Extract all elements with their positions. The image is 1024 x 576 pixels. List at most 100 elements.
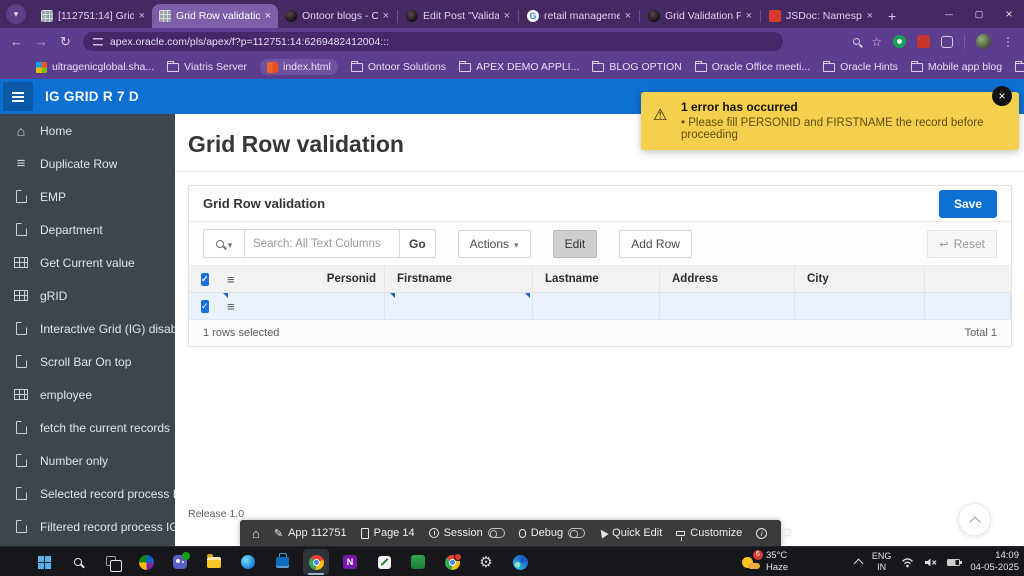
clock[interactable]: 14:0904-05-2025 (970, 550, 1019, 574)
green-app-button[interactable] (405, 549, 431, 575)
sidebar-item-department[interactable]: Department (0, 213, 175, 246)
cell-address[interactable] (660, 293, 795, 319)
volume-muted-icon[interactable] (924, 557, 937, 568)
onenote-button[interactable] (337, 549, 363, 575)
dev-customize-button[interactable]: Customize (676, 527, 742, 539)
reset-button[interactable]: Reset (927, 230, 997, 258)
bookmark-item[interactable]: ultragenicglobal.sha... (36, 61, 154, 73)
cell-personid[interactable] (245, 293, 385, 319)
back-button[interactable] (10, 34, 23, 49)
save-button[interactable]: Save (939, 190, 997, 218)
weather-widget[interactable]: 6 35°CHaze (742, 550, 788, 574)
bookmark-folder[interactable]: Oracle Office meeti... (695, 61, 810, 73)
tab-close-icon[interactable] (383, 10, 389, 22)
column-header-lastname[interactable]: Lastname (533, 266, 660, 292)
tab-close-icon[interactable] (504, 10, 510, 22)
new-tab-button[interactable] (888, 8, 896, 24)
extension-icon-green[interactable] (893, 35, 906, 48)
sidebar-item-duplicate-row[interactable]: Duplicate Row (0, 147, 175, 180)
widgets-button[interactable] (133, 549, 159, 575)
debug-toggle[interactable] (568, 528, 585, 538)
tab-close-icon[interactable] (746, 10, 752, 22)
dev-page-button[interactable]: Page 14 (361, 527, 415, 539)
minimize-button[interactable] (934, 0, 964, 28)
maximize-button[interactable] (964, 0, 994, 28)
browser-tab[interactable]: JSDoc: Namespace: r (762, 4, 880, 28)
dev-debug-button[interactable]: Debug (519, 527, 585, 539)
sidebar-item-selected-record[interactable]: Selected record process IG (0, 477, 175, 510)
browser-tab[interactable]: Ontoor blogs - One s (278, 4, 396, 28)
sidebar-item-filtered-record[interactable]: Filtered record process IG (0, 510, 175, 543)
sidebar-item-get-current-value[interactable]: Get Current value (0, 246, 175, 279)
reload-button[interactable] (60, 34, 71, 50)
row-menu-icon[interactable] (227, 299, 235, 314)
column-header-firstname[interactable]: Firstname (385, 266, 533, 292)
store-button[interactable] (269, 549, 295, 575)
browser-menu-icon[interactable] (1002, 33, 1014, 51)
dev-quick-edit-button[interactable]: Quick Edit (599, 527, 662, 539)
tray-expand-icon[interactable] (853, 559, 863, 569)
browser-tab[interactable]: [112751:14] Grid Row (34, 4, 152, 28)
add-row-button[interactable]: Add Row (619, 230, 692, 258)
tab-close-icon[interactable] (625, 10, 631, 22)
photos-app-button[interactable] (235, 549, 261, 575)
browser-tab[interactable]: retail management s (520, 4, 638, 28)
task-view-button[interactable] (99, 549, 125, 575)
column-header-city[interactable]: City (795, 266, 925, 292)
extensions-puzzle-icon[interactable] (941, 36, 953, 48)
alert-close-icon[interactable] (992, 86, 1012, 106)
sidebar-item-fetch-records[interactable]: fetch the current records (0, 411, 175, 444)
bookmark-star-icon[interactable] (871, 33, 882, 51)
row-checkbox[interactable] (201, 300, 209, 313)
column-header-personid[interactable]: Personid (245, 266, 385, 292)
dev-app-button[interactable]: App 112751 (274, 527, 347, 540)
bookmark-item[interactable]: index.html (260, 59, 338, 75)
column-header-address[interactable]: Address (660, 266, 795, 292)
dev-info-button[interactable] (756, 528, 767, 539)
search-scope-button[interactable] (203, 229, 245, 258)
teams-button[interactable] (167, 549, 193, 575)
bookmark-folder[interactable]: Viatris Server (167, 61, 247, 73)
edge-button[interactable] (507, 549, 533, 575)
select-all-checkbox[interactable] (201, 273, 209, 286)
dev-settings-button[interactable] (781, 525, 793, 541)
row-menu-icon[interactable] (227, 272, 235, 287)
bookmark-folder[interactable]: BLOG OPTION (592, 61, 681, 73)
forward-button[interactable] (35, 34, 48, 49)
chrome-profile-button[interactable] (439, 549, 465, 575)
bookmark-folder[interactable]: Ontoor Solutions (351, 61, 446, 73)
grid-data-row-selected[interactable] (189, 293, 1011, 320)
search-input[interactable] (245, 229, 400, 258)
sidebar-item-grid[interactable]: gRID (0, 279, 175, 312)
sidebar-item-scrollbar-on-top[interactable]: Scroll Bar On top (0, 345, 175, 378)
extension-icon-red[interactable] (917, 35, 930, 48)
close-button[interactable] (994, 0, 1024, 28)
zoom-icon[interactable] (853, 38, 860, 45)
session-toggle[interactable] (488, 528, 505, 538)
browser-tab[interactable]: Edit Post "Validating (399, 4, 517, 28)
profile-avatar[interactable] (976, 34, 991, 49)
sidebar-item-ig-disable[interactable]: Interactive Grid (IG) disable w... (0, 312, 175, 345)
tab-close-icon[interactable] (139, 10, 145, 22)
bookmark-folder[interactable]: Oracle Hints (823, 61, 898, 73)
dev-session-button[interactable]: Session (429, 527, 505, 539)
nav-menu-button[interactable] (3, 82, 33, 111)
bookmark-folder[interactable]: OKTA (1015, 61, 1024, 73)
language-indicator[interactable]: ENGIN (872, 551, 892, 573)
search-button[interactable] (65, 549, 91, 575)
go-button[interactable]: Go (399, 229, 436, 258)
site-settings-icon[interactable] (93, 38, 103, 46)
settings-button[interactable] (473, 549, 499, 575)
tab-close-icon[interactable] (867, 10, 873, 22)
address-bar[interactable]: apex.oracle.com/pls/apex/f?p=112751:14:6… (83, 32, 783, 51)
scroll-to-top-button[interactable] (958, 503, 991, 536)
browser-tab[interactable]: Grid Validation Fix (641, 4, 759, 28)
bookmark-folder[interactable]: Mobile app blog (911, 61, 1002, 73)
file-explorer-button[interactable] (201, 549, 227, 575)
browser-tab-active[interactable]: Grid Row validation (152, 4, 278, 28)
sidebar-item-home[interactable]: Home (0, 114, 175, 147)
sidebar-item-number-only[interactable]: Number only (0, 444, 175, 477)
edit-button[interactable]: Edit (553, 230, 598, 258)
bookmark-folder[interactable]: APEX DEMO APPLI... (459, 61, 579, 73)
wifi-icon[interactable] (901, 557, 914, 568)
